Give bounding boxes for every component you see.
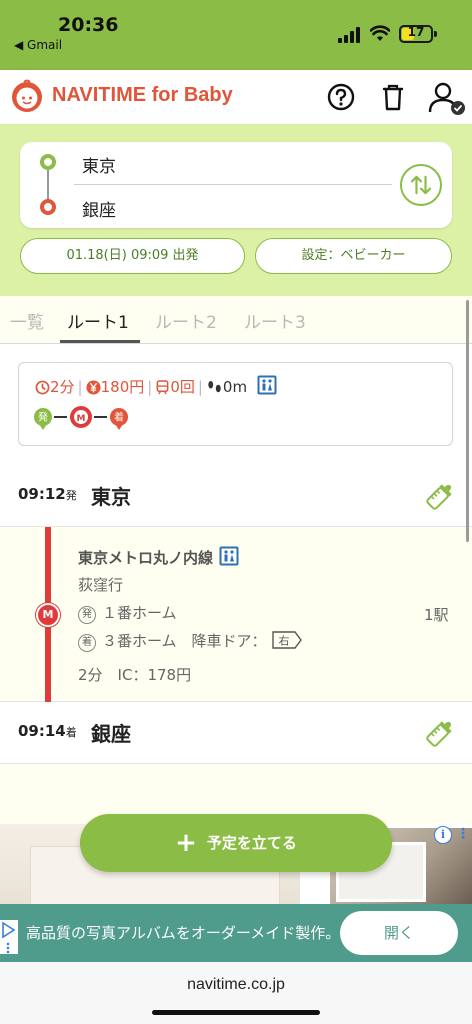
destination-marker-icon [40,199,56,215]
settings-button[interactable]: 設定：ベビーカー [255,238,452,274]
train-segment: M 東京メトロ丸ノ内線 荻窪行 発 １番ホーム 着 ３番ホーム 降車ドア： 右 2分… [0,527,472,702]
app-header: NAVITIME for Baby [0,70,472,124]
mini-route-start: 発 [38,411,48,424]
help-icon[interactable] [326,82,356,112]
make-plan-button[interactable]: + 予定を立てる [80,814,392,872]
battery-tip [434,31,437,37]
ad-text[interactable]: 高品質の写真アルバムをオーダーメイド製作。 [26,922,340,943]
url-text[interactable]: navitime.co.jp [0,976,472,994]
arrival-time: 09:14着 [18,722,77,740]
scrollbar[interactable] [466,300,469,542]
ad-choices-icon[interactable] [0,920,18,954]
wifi-icon [370,25,390,41]
baby-bottle-icon[interactable] [422,480,456,514]
arrival-platform: 着 ３番ホーム 降車ドア： 右 [78,630,303,652]
arrival-station-row[interactable]: 09:14着 銀座 [0,704,472,764]
departure-platform: 発 １番ホーム [78,602,177,624]
summary-fare: 180円 [100,378,145,396]
od-divider [74,184,392,185]
summary-transfers: 0回 [170,378,195,396]
origin-marker-icon [40,154,56,170]
summary-walk: 0m [222,378,248,396]
segment-fare: 2分 IC：178円 [78,666,192,684]
line-name[interactable]: 東京メトロ丸ノ内線 [78,546,239,568]
tab-route-2[interactable]: ルート2 [155,308,217,333]
mini-route-line: M [77,414,86,424]
destination-field[interactable]: 銀座 [82,196,116,221]
battery-level: 17 [407,25,425,39]
departure-station-row[interactable]: 09:12発 東京 [0,467,472,527]
app-logo-text[interactable]: NAVITIME for Baby [52,84,233,107]
ad-banner[interactable]: 高品質の写真アルバムをオーダーメイド製作。 開く [0,904,472,962]
stop-count[interactable]: 1駅 [424,604,449,625]
footsteps-icon [208,380,221,393]
user-account-icon[interactable] [426,80,466,116]
ad-more-icon[interactable]: ⋮ [456,826,470,842]
ad-info-icon[interactable]: i [434,826,452,844]
make-plan-label: 予定を立てる [206,834,297,852]
od-connector [47,170,49,200]
back-to-app-link[interactable]: ◀ Gmail [14,38,62,52]
status-time: 20:36 [58,14,119,36]
yen-icon [86,380,101,395]
tab-route-3[interactable]: ルート3 [244,308,306,333]
arrival-mark-icon: 着 [78,634,96,652]
summary-row: 2分 | 180円 | 0回 | 0m [35,375,277,397]
datetime-button[interactable]: 01.18(日) 09:09 出発 [20,238,245,274]
door-side-icon: 右 [271,631,302,649]
departure-station-name: 東京 [91,485,131,509]
arrival-station-name: 銀座 [91,722,131,746]
route-search-panel: 東京 銀座 01.18(日) 09:09 出発 設定：ベビーカー [0,124,472,296]
baby-logo-icon [12,79,42,112]
summary-time: 2分 [50,378,75,396]
browser-url-bar[interactable]: navitime.co.jp [0,962,472,1024]
baby-bottle-icon[interactable] [422,717,456,751]
status-bar: 20:36 ◀ Gmail 17 [0,0,472,70]
clock-icon [35,380,50,395]
ad-open-button[interactable]: 開く [340,911,458,955]
departure-time: 09:12発 [18,485,77,503]
swap-stations-button[interactable] [400,164,442,206]
train-direction: 荻窪行 [78,576,124,594]
trash-icon[interactable] [378,82,408,112]
plus-icon: + [175,828,197,858]
route-tabs: 一覧 ルート1 ルート2 ルート3 [0,296,472,344]
departure-mark-icon: 発 [78,606,96,624]
origin-destination-card: 東京 銀座 [20,142,452,228]
svg-text:右: 右 [278,634,289,648]
tab-list[interactable]: 一覧 [10,308,44,333]
battery-icon: 17 [399,25,433,43]
mini-route-end: 着 [114,411,124,424]
signal-icon [338,27,360,43]
train-icon [156,380,169,395]
mini-route-diagram: 発 M 着 [33,406,128,430]
restroom-icon [257,375,277,395]
active-tab-indicator [60,340,140,343]
route-summary-card: 2分 | 180円 | 0回 | 0m 発 M 着 [18,362,453,446]
marunouchi-line-icon: M [36,603,60,627]
restroom-icon [219,546,239,566]
origin-field[interactable]: 東京 [82,152,116,177]
tab-route-1[interactable]: ルート1 [67,308,129,333]
home-indicator[interactable] [152,1010,320,1015]
